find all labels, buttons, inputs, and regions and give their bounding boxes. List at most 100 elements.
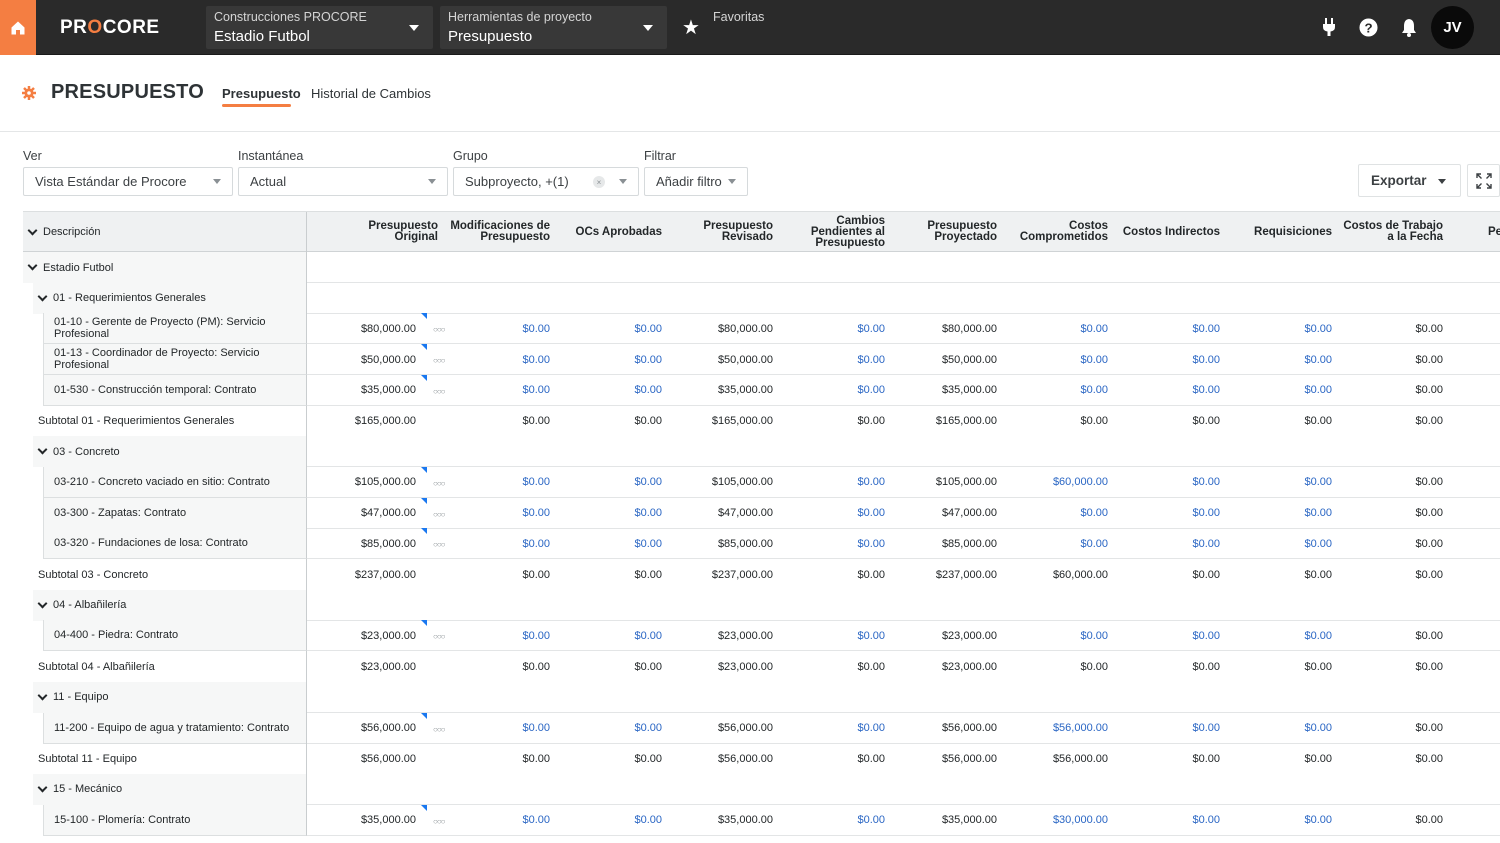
bell-icon[interactable] <box>1399 17 1419 37</box>
value-cell[interactable]: $0.00 <box>435 528 550 559</box>
value-cell[interactable]: $0.00 <box>1105 713 1220 744</box>
more-options-icon[interactable]: ○○○ <box>433 356 445 365</box>
value-cell[interactable]: $0.00 <box>435 313 550 344</box>
value-cell[interactable]: $0.00 <box>770 805 885 836</box>
value-cell[interactable]: $0.00 <box>770 498 885 529</box>
value-cell[interactable]: $0.00 <box>770 344 885 375</box>
value-cell[interactable]: $0.00 <box>547 344 662 375</box>
value-cell[interactable]: $0.00 <box>1217 805 1332 836</box>
star-icon[interactable]: ★ <box>682 15 700 40</box>
clear-icon[interactable]: × <box>593 176 605 188</box>
value-cell[interactable]: $0.00 <box>435 620 550 651</box>
more-options-icon[interactable]: ○○○ <box>433 725 445 734</box>
value-cell[interactable]: $0.00 <box>1217 313 1332 344</box>
add-filter-select[interactable]: Añadir filtro <box>644 167 748 196</box>
value-cell[interactable]: $0.00 <box>770 375 885 406</box>
value-cell[interactable]: $35,000.00 <box>301 375 416 406</box>
chevron-down-icon[interactable] <box>27 260 38 271</box>
help-icon[interactable]: ? <box>1358 17 1378 37</box>
favorites-link[interactable]: Favoritas <box>713 10 764 24</box>
value-cell[interactable]: $56,000.00 <box>993 713 1108 744</box>
value-cell[interactable]: $0.00 <box>547 467 662 498</box>
value-cell[interactable]: $0.00 <box>1105 375 1220 406</box>
description-cell[interactable]: 04 - Albañilería <box>33 589 307 621</box>
value-cell[interactable]: $0.00 <box>1105 805 1220 836</box>
column-header[interactable]: Pe <box>1488 212 1500 252</box>
column-header[interactable]: Costos Comprometidos <box>993 212 1108 252</box>
value-cell[interactable]: $0.00 <box>435 713 550 744</box>
column-header[interactable]: Presupuesto Original <box>323 212 438 252</box>
value-cell[interactable]: $35,000.00 <box>301 805 416 836</box>
value-cell[interactable]: $0.00 <box>770 620 885 651</box>
value-cell[interactable]: $0.00 <box>1217 620 1332 651</box>
value-cell[interactable]: $85,000.00 <box>301 528 416 559</box>
value-cell[interactable]: $0.00 <box>547 498 662 529</box>
value-cell[interactable]: $0.00 <box>1105 313 1220 344</box>
value-cell[interactable]: $0.00 <box>547 713 662 744</box>
chevron-down-icon[interactable] <box>37 291 48 302</box>
value-cell[interactable]: $0.00 <box>770 713 885 744</box>
more-options-icon[interactable]: ○○○ <box>433 510 445 519</box>
value-cell[interactable]: $60,000.00 <box>993 467 1108 498</box>
value-cell[interactable]: $56,000.00 <box>301 713 416 744</box>
value-cell[interactable]: $0.00 <box>435 805 550 836</box>
value-cell[interactable]: $0.00 <box>1217 375 1332 406</box>
project-picker[interactable]: Construcciones PROCORE Estadio Futbol <box>206 6 433 49</box>
column-header[interactable]: Cambios Pendientes al Presupuesto <box>770 212 885 252</box>
tab-historial-de-cambios[interactable]: Historial de Cambios <box>311 86 431 101</box>
more-options-icon[interactable]: ○○○ <box>433 387 445 396</box>
value-cell[interactable]: $23,000.00 <box>301 620 416 651</box>
chevron-down-icon[interactable] <box>37 690 48 701</box>
column-header[interactable]: Costos Indirectos <box>1105 212 1220 252</box>
more-options-icon[interactable]: ○○○ <box>433 817 445 826</box>
column-header[interactable]: Costos de Trabajo a la Fecha <box>1328 212 1443 252</box>
description-cell[interactable]: 01 - Requerimientos Generales <box>33 282 307 314</box>
value-cell[interactable]: $0.00 <box>993 528 1108 559</box>
value-cell[interactable]: $0.00 <box>547 313 662 344</box>
value-cell[interactable]: $0.00 <box>1217 713 1332 744</box>
value-cell[interactable]: $0.00 <box>547 528 662 559</box>
value-cell[interactable]: $0.00 <box>435 375 550 406</box>
column-header[interactable]: Requisiciones <box>1217 212 1332 252</box>
value-cell[interactable]: $0.00 <box>770 313 885 344</box>
value-cell[interactable]: $0.00 <box>435 344 550 375</box>
value-cell[interactable]: $0.00 <box>1105 620 1220 651</box>
chevron-down-icon[interactable] <box>37 444 48 455</box>
value-cell[interactable]: $0.00 <box>993 313 1108 344</box>
export-button[interactable]: Exportar <box>1358 164 1461 197</box>
more-options-icon[interactable]: ○○○ <box>433 540 445 549</box>
value-cell[interactable]: $0.00 <box>993 620 1108 651</box>
chevron-down-icon[interactable] <box>27 225 38 235</box>
value-cell[interactable]: $0.00 <box>993 344 1108 375</box>
column-header[interactable]: Presupuesto Proyectado <box>882 212 997 252</box>
column-header[interactable]: OCs Aprobadas <box>547 212 662 252</box>
column-header[interactable]: Modificaciones de Presupuesto <box>435 212 550 252</box>
value-cell[interactable]: $47,000.00 <box>301 498 416 529</box>
more-options-icon[interactable]: ○○○ <box>433 632 445 641</box>
value-cell[interactable]: $0.00 <box>1217 498 1332 529</box>
value-cell[interactable]: $0.00 <box>547 620 662 651</box>
tab-presupuesto[interactable]: Presupuesto <box>222 86 301 101</box>
value-cell[interactable]: $0.00 <box>993 498 1108 529</box>
value-cell[interactable]: $105,000.00 <box>301 467 416 498</box>
chevron-down-icon[interactable] <box>37 598 48 609</box>
value-cell[interactable]: $0.00 <box>1105 498 1220 529</box>
column-header[interactable]: Presupuesto Revisado <box>658 212 773 252</box>
value-cell[interactable]: $0.00 <box>435 498 550 529</box>
value-cell[interactable]: $0.00 <box>770 528 885 559</box>
value-cell[interactable]: $0.00 <box>547 375 662 406</box>
value-cell[interactable]: $30,000.00 <box>993 805 1108 836</box>
value-cell[interactable]: $0.00 <box>993 375 1108 406</box>
fullscreen-button[interactable] <box>1467 164 1500 197</box>
value-cell[interactable]: $0.00 <box>1105 528 1220 559</box>
user-avatar[interactable]: JV <box>1431 6 1474 49</box>
chevron-down-icon[interactable] <box>37 782 48 793</box>
view-select[interactable]: Vista Estándar de Procore <box>23 167 233 196</box>
description-cell[interactable]: 11 - Equipo <box>33 681 307 713</box>
tool-picker[interactable]: Herramientas de proyecto Presupuesto <box>440 6 667 49</box>
value-cell[interactable]: $0.00 <box>435 467 550 498</box>
description-cell[interactable]: Estadio Futbol <box>23 252 307 283</box>
plug-icon[interactable] <box>1319 17 1339 37</box>
home-button[interactable] <box>0 0 36 55</box>
value-cell[interactable]: $0.00 <box>1217 528 1332 559</box>
